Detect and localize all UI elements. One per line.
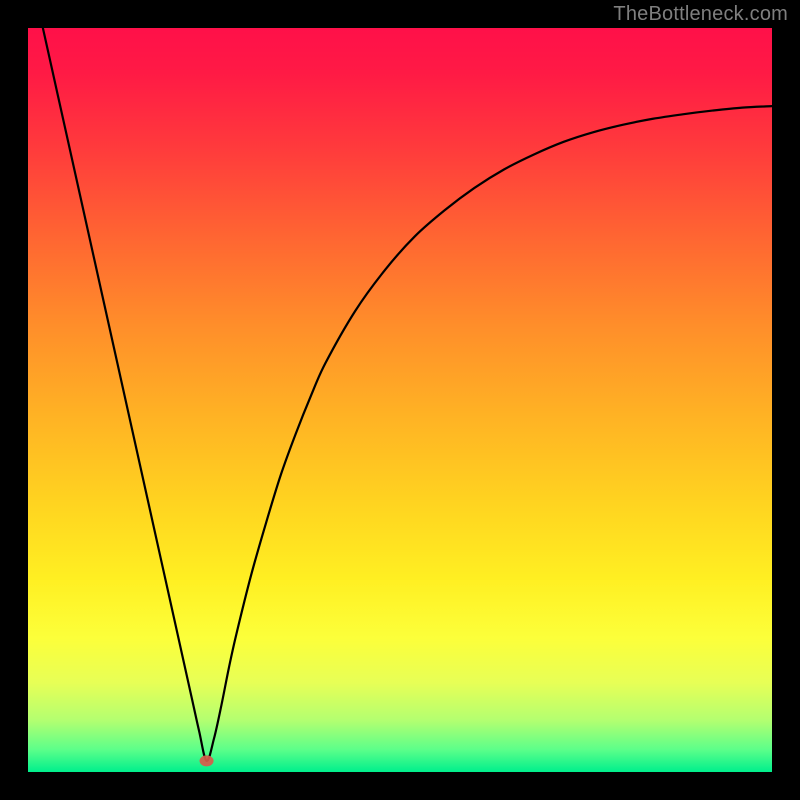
gradient-background — [28, 28, 772, 772]
chart-frame — [28, 28, 772, 772]
bottleneck-chart — [28, 28, 772, 772]
minimum-marker — [200, 755, 214, 766]
watermark-text: TheBottleneck.com — [613, 3, 788, 26]
